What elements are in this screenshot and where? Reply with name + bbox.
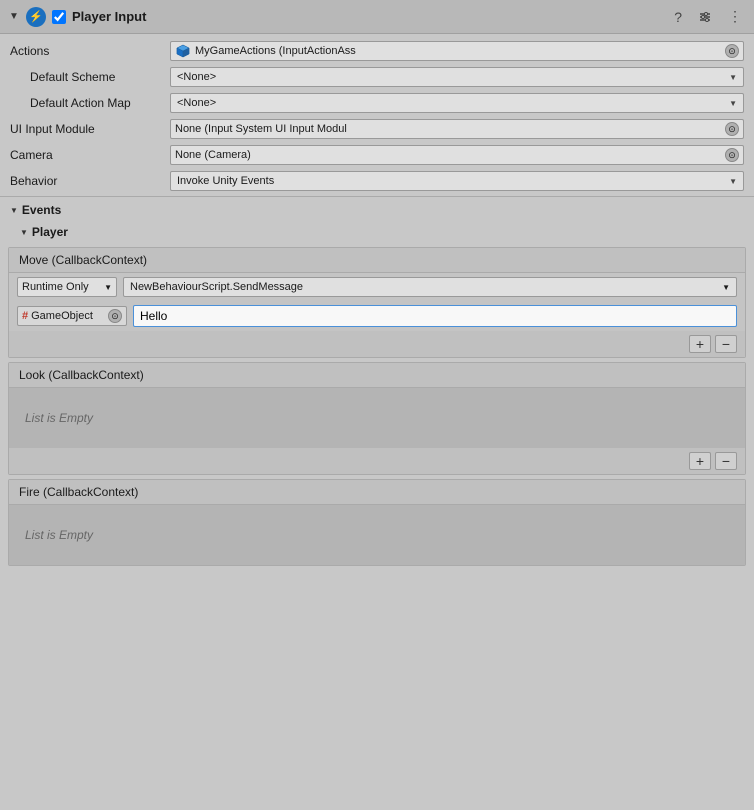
component-enable-checkbox[interactable] [52,10,66,24]
move-remove-button[interactable]: − [715,335,737,353]
default-action-map-dropdown[interactable]: <None> ▼ [170,93,744,113]
look-callback-header: Look (CallbackContext) [9,363,745,388]
move-add-remove-row: + − [9,331,745,357]
events-section-header[interactable]: ▼ Events [0,199,754,221]
camera-picker-btn[interactable]: ⊙ [725,148,739,162]
player-triangle: ▼ [20,228,28,237]
look-callback-title: Look (CallbackContext) [19,368,144,382]
actions-field[interactable]: MyGameActions (InputActionAss ⊙ [170,41,744,61]
behavior-dropdown[interactable]: Invoke Unity Events ▼ [170,171,744,191]
ui-input-module-value: None (Input System UI Input Modul ⊙ [170,119,744,139]
look-empty-area: List is Empty [9,388,745,448]
hello-input-field[interactable] [133,305,737,327]
component-title: Player Input [72,9,664,24]
move-object-row: # GameObject ⊙ [9,301,745,331]
actions-value: MyGameActions (InputActionAss ⊙ [170,41,744,61]
fire-callback-header: Fire (CallbackContext) [9,480,745,505]
ui-input-module-label: UI Input Module [10,122,170,136]
look-empty-text: List is Empty [25,411,93,425]
actions-label: Actions [10,44,170,58]
default-action-map-value: <None> ▼ [170,93,744,113]
gameobject-field[interactable]: # GameObject ⊙ [17,306,127,326]
default-action-map-arrow: ▼ [729,99,737,108]
script-dropdown-arrow: ▼ [722,283,730,292]
component-header: ▼ ⚡ Player Input ? ⋮ [0,0,754,34]
default-action-map-label: Default Action Map [10,96,170,110]
camera-value: None (Camera) ⊙ [170,145,744,165]
default-scheme-dropdown[interactable]: <None> ▼ [170,67,744,87]
events-label: Events [22,203,61,217]
camera-text: None (Camera) [175,149,721,161]
move-event-row: Runtime Only ▼ NewBehaviourScript.SendMe… [9,273,745,301]
look-remove-button[interactable]: − [715,452,737,470]
move-callback-section: Move (CallbackContext) Runtime Only ▼ Ne… [8,247,746,358]
collapse-arrow[interactable]: ▼ [8,11,20,23]
default-scheme-value: <None> ▼ [170,67,744,87]
events-triangle: ▼ [10,206,18,215]
script-text: NewBehaviourScript.SendMessage [130,281,720,293]
camera-row: Camera None (Camera) ⊙ [0,142,754,168]
look-add-button[interactable]: + [689,452,711,470]
runtime-dropdown-arrow: ▼ [104,283,112,292]
move-add-button[interactable]: + [689,335,711,353]
ui-input-module-picker-btn[interactable]: ⊙ [725,122,739,136]
more-button[interactable]: ⋮ [724,6,746,27]
settings-button[interactable] [694,8,716,26]
cube-icon [175,43,191,59]
move-callback-inner: Runtime Only ▼ NewBehaviourScript.SendMe… [9,273,745,357]
runtime-only-dropdown[interactable]: Runtime Only ▼ [17,277,117,297]
header-actions: ? ⋮ [670,6,746,27]
look-callback-inner: List is Empty + − [9,388,745,474]
look-add-remove-row: + − [9,448,745,474]
ui-input-module-text: None (Input System UI Input Modul [175,123,721,135]
actions-row: Actions MyGameActions (InputActionAss ⊙ [0,38,754,64]
help-button[interactable]: ? [670,7,686,27]
fire-callback-title: Fire (CallbackContext) [19,485,138,499]
fire-empty-text: List is Empty [25,528,93,542]
runtime-only-text: Runtime Only [22,281,102,293]
actions-picker-btn[interactable]: ⊙ [725,44,739,58]
actions-text: MyGameActions (InputActionAss [195,45,721,57]
camera-field[interactable]: None (Camera) ⊙ [170,145,744,165]
look-callback-section: Look (CallbackContext) List is Empty + − [8,362,746,475]
default-scheme-row: Default Scheme <None> ▼ [0,64,754,90]
behavior-label: Behavior [10,174,170,188]
fire-callback-inner: List is Empty [9,505,745,565]
hello-input[interactable] [140,309,730,323]
move-callback-header: Move (CallbackContext) [9,248,745,273]
component-icon: ⚡ [26,7,46,27]
fire-empty-area: List is Empty [9,505,745,565]
fire-callback-section: Fire (CallbackContext) List is Empty [8,479,746,566]
behavior-row: Behavior Invoke Unity Events ▼ [0,168,754,194]
player-section-header[interactable]: ▼ Player [0,221,754,243]
separator-1 [0,196,754,197]
hash-icon: # [22,310,28,322]
script-dropdown[interactable]: NewBehaviourScript.SendMessage ▼ [123,277,737,297]
content-area: Actions MyGameActions (InputActionAss ⊙ [0,34,754,574]
behavior-text: Invoke Unity Events [177,175,729,187]
camera-label: Camera [10,148,170,162]
behavior-arrow: ▼ [729,177,737,186]
move-callback-title: Move (CallbackContext) [19,253,147,267]
inspector-panel: ▼ ⚡ Player Input ? ⋮ Actions [0,0,754,574]
ui-input-module-row: UI Input Module None (Input System UI In… [0,116,754,142]
behavior-value: Invoke Unity Events ▼ [170,171,744,191]
ui-input-module-field[interactable]: None (Input System UI Input Modul ⊙ [170,119,744,139]
default-scheme-label: Default Scheme [10,70,170,84]
player-label: Player [32,225,68,239]
default-scheme-text: <None> [177,71,729,83]
gameobject-text: GameObject [31,310,105,322]
default-scheme-arrow: ▼ [729,73,737,82]
default-action-map-row: Default Action Map <None> ▼ [0,90,754,116]
gameobject-picker-btn[interactable]: ⊙ [108,309,122,323]
default-action-map-text: <None> [177,97,729,109]
